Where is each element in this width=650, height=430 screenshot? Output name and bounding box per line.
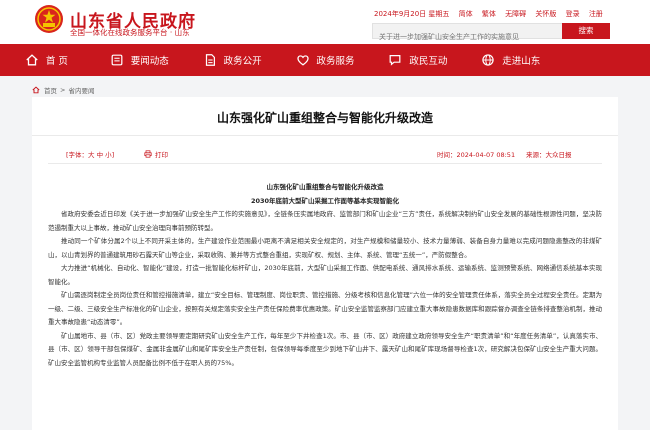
national-emblem-icon <box>35 5 63 33</box>
nav-label: 要闻动态 <box>130 56 169 67</box>
divider <box>48 163 602 164</box>
search-button[interactable]: 搜索 <box>562 23 610 39</box>
accessibility-link[interactable]: 无障碍 <box>505 10 526 18</box>
home-icon <box>32 86 40 94</box>
nav-label: 政务服务 <box>316 56 355 67</box>
breadcrumb-home-link[interactable]: 首页 <box>44 85 57 95</box>
main-nav: 首 页 要闻动态 政务公开 政务服务 政民互动 走进山东 <box>0 44 650 76</box>
news-icon <box>111 54 123 66</box>
divider <box>32 135 618 136</box>
site-header: 山东省人民政府 全国一体化在线政务服务平台 · 山东 2024年9月20日 星期… <box>0 0 650 44</box>
publish-time: 时间：2024-04-07 08:51 <box>437 151 516 159</box>
nav-label: 政民互动 <box>409 56 448 67</box>
print-button[interactable]: 打印 <box>144 149 168 159</box>
article-body: 山东强化矿山重组整合与智能化升级改造 2030年底前大型矿山采掘工作面等基本实现… <box>48 181 602 370</box>
nav-label: 政务公开 <box>223 56 262 67</box>
breadcrumb: 首页 > 省内要闻 <box>32 85 94 95</box>
article-paragraph: 矿山属地市、县（市、区）党政主要领导要定期研究矿山安全生产工作，每年至少下井检查… <box>48 331 602 367</box>
site-subtitle: 全国一体化在线政务服务平台 · 山东 <box>70 28 190 37</box>
globe-icon <box>482 54 494 66</box>
breadcrumb-current-link[interactable]: 省内要闻 <box>68 85 94 95</box>
font-size-switch[interactable]: [字体：大 中 小] <box>66 149 114 159</box>
nav-item-home[interactable]: 首 页 <box>0 44 93 76</box>
home-icon <box>26 54 38 66</box>
doc-icon <box>205 54 215 66</box>
nav-item-news[interactable]: 要闻动态 <box>93 44 186 76</box>
simplified-link[interactable]: 简体 <box>459 10 473 18</box>
traditional-link[interactable]: 繁体 <box>482 10 496 18</box>
print-label: 打印 <box>155 151 168 159</box>
nav-item-public-affairs[interactable]: 政务公开 <box>186 44 279 76</box>
nav-item-interaction[interactable]: 政民互动 <box>371 44 464 76</box>
top-utility-bar: 2024年9月20日 星期五 简体 繁体 无障碍 关怀版 登录 注册 <box>374 9 610 19</box>
article-subheading: 山东强化矿山重组整合与智能化升级改造 <box>266 183 384 191</box>
nav-item-services[interactable]: 政务服务 <box>279 44 372 76</box>
article-paragraph: 推动同一个矿体分属2个以上不同开采主体的，生产建设作业范围最小距离不满足相关安全… <box>48 237 602 259</box>
article-source: 来源：大众日报 <box>526 151 572 159</box>
breadcrumb-separator: > <box>60 86 66 94</box>
chat-icon <box>389 55 401 66</box>
article-title: 山东强化矿山重组整合与智能化升级改造 <box>216 111 433 125</box>
printer-icon <box>144 150 152 158</box>
elderly-mode-link[interactable]: 关怀版 <box>535 10 556 18</box>
article-panel: 山东强化矿山重组整合与智能化升级改造 [字体：大 中 小] 打印 时间：2024… <box>32 97 618 430</box>
article-subheading: 2030年底前大型矿山采掘工作面等基本实现智能化 <box>250 196 400 205</box>
current-date: 2024年9月20日 星期五 <box>374 10 450 18</box>
article-paragraph: 省政府安委会近日印发《关于进一步加强矿山安全生产工作的实施意见》，全链条压实属地… <box>48 210 602 232</box>
article-paragraph: 大力推进“机械化、自动化、智能化”建设，打造一批智能化标杆矿山，2030年底前，… <box>48 264 602 286</box>
article-paragraph: 矿山需逐岗制定全员岗位责任和管控措施清单，建立“安全目标、管理制度、岗位职责、管… <box>48 291 602 326</box>
nav-label: 走进山东 <box>502 56 541 67</box>
article-meta: [字体：大 中 小] 打印 时间：2024-04-07 08:51 来源：大众日… <box>32 146 618 160</box>
heart-icon <box>296 55 309 66</box>
nav-label: 首 页 <box>45 56 68 67</box>
login-link[interactable]: 登录 <box>566 10 580 18</box>
nav-item-about[interactable]: 走进山东 <box>464 44 557 76</box>
register-link[interactable]: 注册 <box>589 10 603 18</box>
